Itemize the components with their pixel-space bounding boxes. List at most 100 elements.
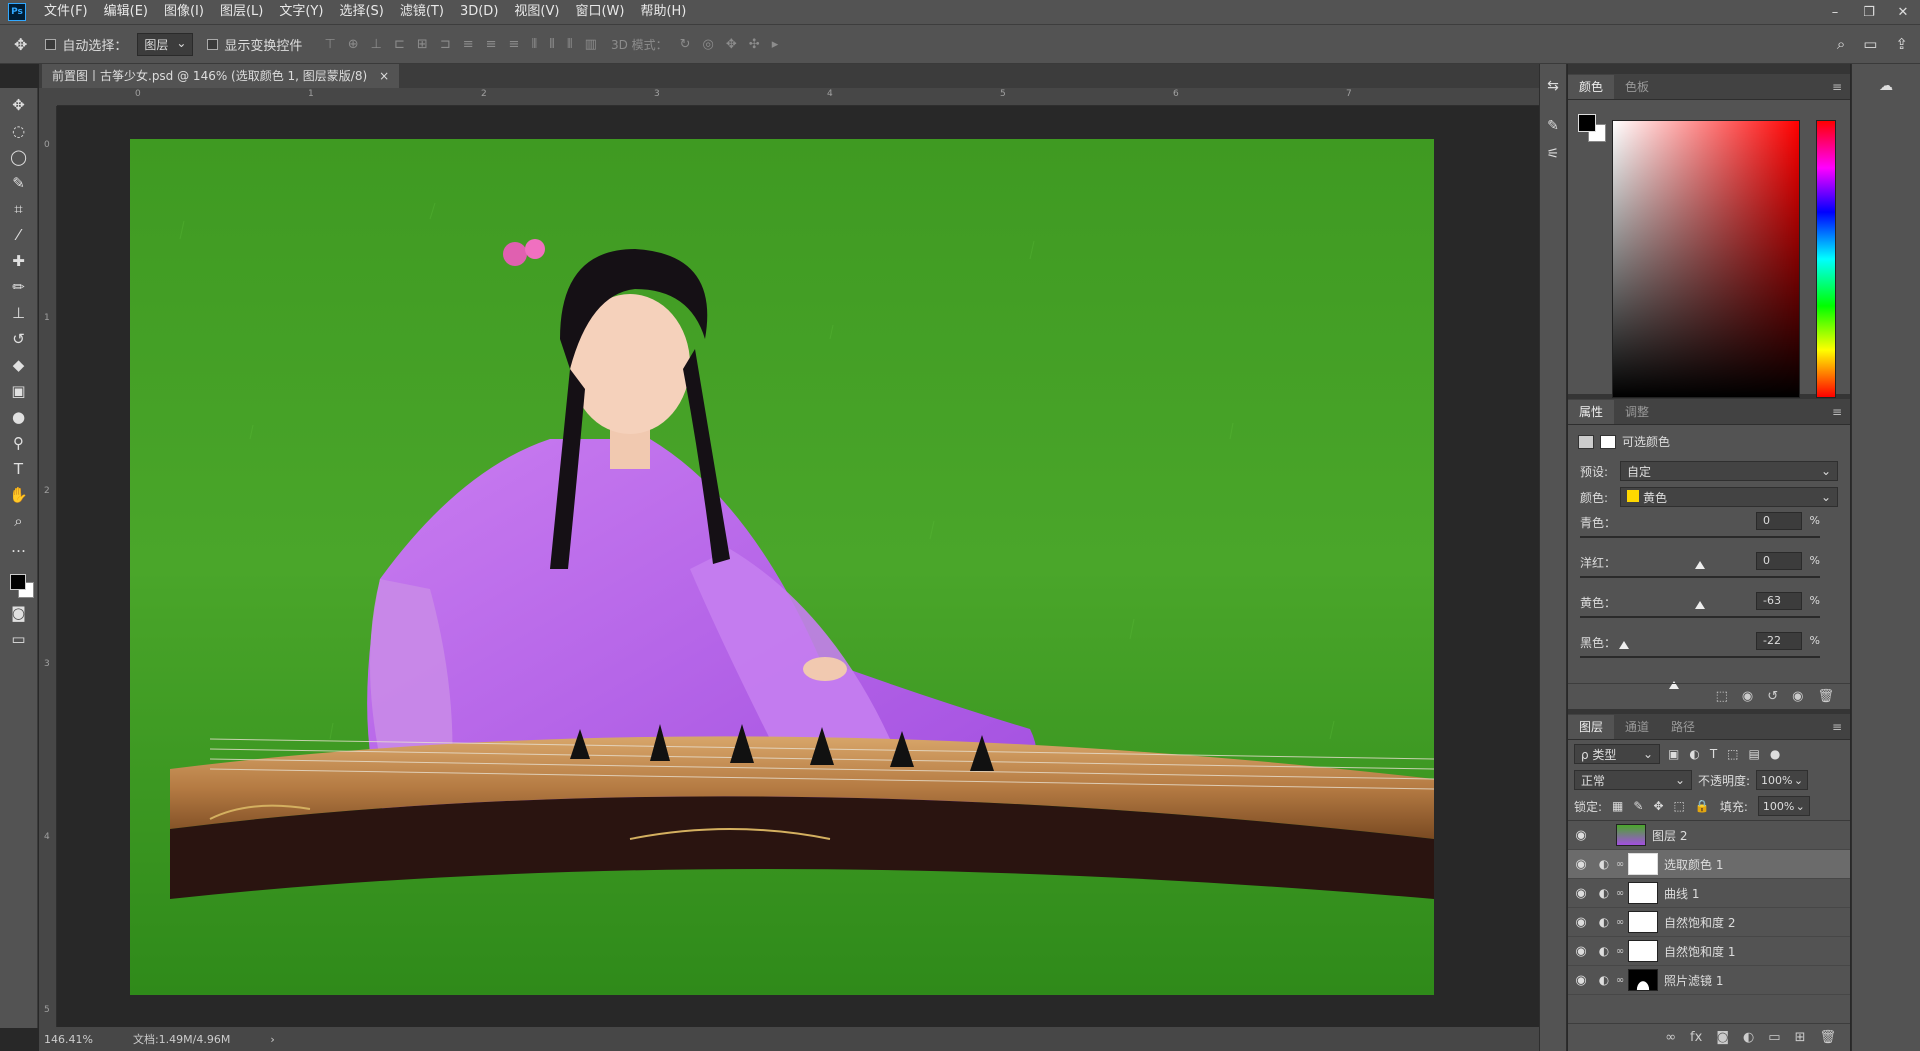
filter-adjustment-icon[interactable]: ◐ bbox=[1689, 747, 1699, 761]
lock-all-icon[interactable]: 🔒 bbox=[1695, 799, 1710, 813]
menu-layer[interactable]: 图层(L) bbox=[212, 0, 271, 24]
distribute-top-icon[interactable]: ≡ bbox=[463, 37, 474, 52]
move-tool-icon[interactable]: ✥ bbox=[14, 35, 27, 54]
3d-roll-icon[interactable]: ◎ bbox=[703, 37, 714, 52]
delete-layer-icon[interactable]: 🗑 bbox=[1819, 1030, 1836, 1045]
crop-tool-icon[interactable]: ⌗ bbox=[4, 196, 34, 222]
vertical-ruler[interactable]: 0 1 2 3 4 5 bbox=[39, 106, 57, 1027]
align-left-icon[interactable]: ⊏ bbox=[394, 37, 405, 52]
eye-icon[interactable]: ◉ bbox=[1568, 828, 1594, 843]
align-hcenter-icon[interactable]: ⊞ bbox=[417, 37, 428, 52]
3d-rotate-icon[interactable]: ↻ bbox=[680, 37, 691, 52]
new-layer-icon[interactable]: ⊞ bbox=[1795, 1030, 1806, 1045]
chain-link-icon[interactable]: ∞ bbox=[1614, 946, 1626, 957]
color-picker-field[interactable] bbox=[1612, 120, 1800, 398]
tab-swatches[interactable]: 色板 bbox=[1614, 75, 1660, 99]
distribute-left-icon[interactable]: ⦀ bbox=[531, 37, 537, 52]
panel-menu-icon[interactable]: ≡ bbox=[1832, 80, 1842, 94]
document-tab[interactable]: 前置图丨古筝少女.psd @ 146% (选取颜色 1, 图层蒙版/8) × bbox=[42, 64, 400, 88]
tab-layers[interactable]: 图层 bbox=[1568, 715, 1615, 739]
minimize-button[interactable]: – bbox=[1818, 0, 1852, 24]
filter-type-icon[interactable]: T bbox=[1710, 747, 1717, 761]
slider-track[interactable] bbox=[1580, 616, 1820, 649]
filter-smart-icon[interactable]: ▤ bbox=[1749, 747, 1760, 761]
distribute-vcenter-icon[interactable]: ≡ bbox=[486, 37, 497, 52]
gradient-tool-icon[interactable]: ▣ bbox=[4, 378, 34, 404]
more-tools-icon[interactable]: … bbox=[4, 534, 34, 560]
mask-thumbnail[interactable] bbox=[1628, 853, 1658, 875]
show-transform-checkbox[interactable]: 显示变换控件 bbox=[207, 35, 302, 54]
chain-link-icon[interactable]: ∞ bbox=[1614, 975, 1626, 986]
lock-transparent-icon[interactable]: ▦ bbox=[1612, 799, 1623, 813]
eye-icon[interactable]: ◉ bbox=[1568, 944, 1594, 959]
layer-style-icon[interactable]: fx bbox=[1690, 1030, 1702, 1045]
horizontal-ruler[interactable]: 0 1 2 3 4 5 6 7 bbox=[57, 88, 1539, 106]
menu-window[interactable]: 窗口(W) bbox=[567, 0, 632, 24]
ruler-corner[interactable] bbox=[39, 88, 57, 106]
dodge-tool-icon[interactable]: ⚲ bbox=[4, 430, 34, 456]
layer-row[interactable]: ◉ ◐ ∞ 自然饱和度 1 bbox=[1568, 937, 1850, 966]
workspace-icon[interactable]: ▭ bbox=[1863, 35, 1877, 53]
distribute-hcenter-icon[interactable]: ⦀ bbox=[549, 37, 555, 52]
new-adjustment-icon[interactable]: ◐ bbox=[1743, 1030, 1754, 1045]
align-right-icon[interactable]: ⊐ bbox=[440, 37, 451, 52]
move-tool-icon[interactable]: ✥ bbox=[4, 92, 34, 118]
hue-slider[interactable] bbox=[1816, 120, 1836, 398]
menu-view[interactable]: 视图(V) bbox=[506, 0, 567, 24]
mask-thumbnail[interactable] bbox=[1628, 969, 1658, 991]
clone-stamp-tool-icon[interactable]: ⊥ bbox=[4, 300, 34, 326]
distribute-right-icon[interactable]: ⦀ bbox=[567, 37, 573, 52]
delete-icon[interactable]: 🗑 bbox=[1817, 689, 1834, 704]
new-group-icon[interactable]: ▭ bbox=[1768, 1030, 1780, 1045]
libraries-icon[interactable]: ☁ bbox=[1852, 72, 1920, 100]
mask-thumbnail[interactable] bbox=[1628, 940, 1658, 962]
panel-menu-icon[interactable]: ≡ bbox=[1832, 720, 1842, 734]
add-mask-icon[interactable]: ◙ bbox=[1716, 1030, 1729, 1045]
eyedropper-tool-icon[interactable]: ⁄ bbox=[4, 222, 34, 248]
color-swatches[interactable] bbox=[4, 566, 34, 600]
lasso-tool-icon[interactable]: ◯ bbox=[4, 144, 34, 170]
blend-mode-dropdown[interactable]: 正常 ⌄ bbox=[1574, 770, 1692, 790]
canvas-area[interactable] bbox=[57, 107, 1539, 1027]
menu-help[interactable]: 帮助(H) bbox=[632, 0, 694, 24]
tab-properties[interactable]: 属性 bbox=[1568, 400, 1615, 424]
slider-value-input[interactable]: -63 bbox=[1756, 592, 1802, 610]
filter-pixel-icon[interactable]: ▣ bbox=[1668, 747, 1679, 761]
type-tool-icon[interactable]: T bbox=[4, 456, 34, 482]
reset-icon[interactable]: ↺ bbox=[1767, 689, 1778, 704]
screen-mode-icon[interactable]: ▭ bbox=[4, 626, 34, 652]
fill-input[interactable]: 100% ⌄ bbox=[1757, 796, 1810, 816]
slider-value-input[interactable]: 0 bbox=[1756, 552, 1802, 570]
healing-brush-tool-icon[interactable]: ✚ bbox=[4, 248, 34, 274]
clip-to-layer-icon[interactable]: ⬚ bbox=[1716, 689, 1728, 704]
foreground-color-swatch[interactable] bbox=[1578, 114, 1596, 132]
3d-slide-icon[interactable]: ✣ bbox=[749, 37, 760, 52]
menu-edit[interactable]: 编辑(E) bbox=[96, 0, 156, 24]
blur-tool-icon[interactable]: ● bbox=[4, 404, 34, 430]
distribute-bottom-icon[interactable]: ≡ bbox=[509, 37, 520, 52]
tab-channels[interactable]: 通道 bbox=[1614, 715, 1660, 739]
menu-image[interactable]: 图像(I) bbox=[156, 0, 212, 24]
menu-type[interactable]: 文字(Y) bbox=[271, 0, 331, 24]
align-top-icon[interactable]: ⊤ bbox=[324, 37, 335, 52]
auto-select-checkbox[interactable]: 自动选择： bbox=[45, 35, 127, 54]
lock-position-icon[interactable]: ✥ bbox=[1653, 799, 1663, 813]
mask-thumbnail[interactable] bbox=[1628, 911, 1658, 933]
restore-button[interactable]: ❐ bbox=[1852, 0, 1886, 24]
colors-dropdown[interactable]: 黄色 ⌄ bbox=[1620, 487, 1838, 507]
align-bottom-icon[interactable]: ⊥ bbox=[371, 37, 382, 52]
document-image[interactable] bbox=[130, 139, 1434, 995]
layer-row[interactable]: ◉ ◐ ∞ 曲线 1 bbox=[1568, 879, 1850, 908]
menu-select[interactable]: 选择(S) bbox=[331, 0, 391, 24]
chain-link-icon[interactable]: ∞ bbox=[1614, 859, 1626, 870]
menu-filter[interactable]: 滤镜(T) bbox=[392, 0, 452, 24]
marquee-tool-icon[interactable]: ◌ bbox=[4, 118, 34, 144]
close-button[interactable]: ✕ bbox=[1886, 0, 1920, 24]
hand-tool-icon[interactable]: ✋ bbox=[4, 482, 34, 508]
foreground-color-swatch[interactable] bbox=[9, 574, 26, 590]
eye-icon[interactable]: ◉ bbox=[1568, 915, 1594, 930]
panel-menu-icon[interactable]: ≡ bbox=[1832, 405, 1842, 419]
lock-artboard-icon[interactable]: ⬚ bbox=[1674, 799, 1685, 813]
slider-track[interactable] bbox=[1580, 536, 1820, 569]
close-tab-icon[interactable]: × bbox=[379, 64, 389, 88]
